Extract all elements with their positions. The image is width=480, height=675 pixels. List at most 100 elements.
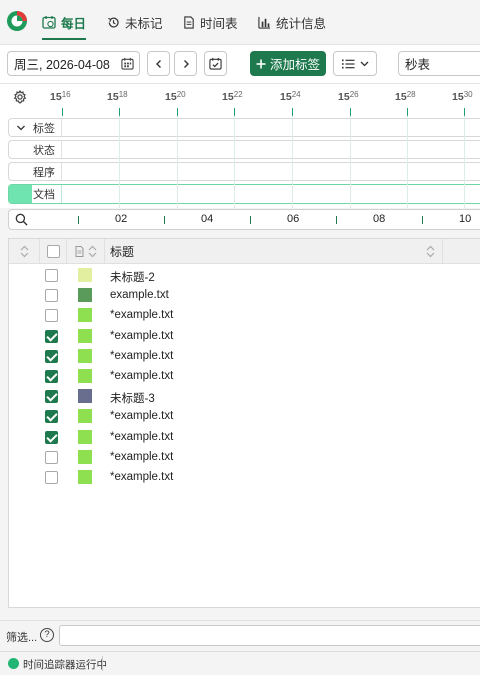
- row-title: *example.txt: [110, 450, 174, 463]
- lane-label: 状态: [9, 141, 62, 158]
- row-checkbox[interactable]: [45, 410, 58, 424]
- row-checkbox[interactable]: [45, 349, 58, 363]
- row-checkbox[interactable]: [45, 430, 58, 444]
- table-row[interactable]: *example.txt: [9, 428, 480, 448]
- color-swatch: [78, 369, 92, 383]
- tick-minute: 22: [233, 90, 243, 99]
- table-row[interactable]: *example.txt: [9, 407, 480, 427]
- row-checkbox[interactable]: [45, 289, 58, 303]
- tick-hour: 15: [50, 91, 62, 103]
- tab-label: 每日: [61, 16, 87, 31]
- tick-hour: 15: [165, 91, 177, 103]
- lane-status[interactable]: 状态: [8, 140, 480, 159]
- status-indicator-icon: [8, 658, 19, 669]
- calendar-check-icon: [209, 57, 222, 70]
- document-table: 标题 未标题-2 example.txt *example.txt *example.…: [8, 238, 480, 608]
- lane-tags[interactable]: 标签: [8, 118, 480, 137]
- row-checkbox[interactable]: [45, 329, 58, 343]
- overview-tick: [336, 216, 337, 224]
- overview-label: 04: [201, 213, 214, 225]
- table-row[interactable]: 未标题-2: [9, 266, 480, 286]
- timeline-overview[interactable]: 02 04 06 08 10: [8, 209, 480, 230]
- calendar-icon[interactable]: [121, 57, 134, 70]
- tab-daily[interactable]: 每日: [42, 0, 87, 44]
- color-swatch: [78, 389, 92, 404]
- tab-unmarked[interactable]: 未标记: [107, 0, 163, 44]
- timer-mode-select[interactable]: 秒表: [398, 51, 480, 76]
- row-checkbox[interactable]: [45, 269, 58, 282]
- toolbar: 周三, 2026-04-08 添加标签 秒表: [0, 44, 480, 84]
- previous-day-button[interactable]: [147, 51, 170, 76]
- status-text: 时间追踪器运行中: [23, 659, 107, 671]
- tab-label: 时间表: [200, 16, 238, 31]
- history-icon: [108, 17, 119, 27]
- ruler-mark: [292, 108, 293, 116]
- ruler-mark: [119, 108, 120, 116]
- tick-minute: 26: [349, 90, 359, 99]
- title-column-header[interactable]: 标题: [105, 239, 443, 264]
- sort-icon: [88, 245, 96, 258]
- timer-mode-value: 秒表: [405, 58, 431, 72]
- row-checkbox[interactable]: [45, 309, 58, 323]
- row-title: *example.txt: [110, 309, 174, 322]
- add-tag-button[interactable]: 添加标签: [250, 51, 326, 76]
- date-value: 周三, 2026-04-08: [14, 58, 110, 72]
- type-column-header[interactable]: [67, 239, 105, 264]
- gear-icon[interactable]: [13, 90, 27, 104]
- date-picker[interactable]: 周三, 2026-04-08: [7, 51, 140, 76]
- color-swatch: [78, 328, 92, 343]
- table-row[interactable]: *example.txt: [9, 327, 480, 347]
- overview-tick: [164, 216, 165, 224]
- next-day-button[interactable]: [174, 51, 197, 76]
- ruler-mark: [62, 108, 63, 116]
- row-checkbox[interactable]: [45, 390, 58, 404]
- search-icon[interactable]: [15, 213, 28, 226]
- row-title: example.txt: [110, 289, 169, 302]
- tick-minute: 16: [61, 90, 71, 99]
- table-row[interactable]: example.txt: [9, 286, 480, 306]
- table-row[interactable]: *example.txt: [9, 367, 480, 387]
- lane-label: 程序: [9, 163, 62, 180]
- tab-label: 未标记: [125, 16, 163, 31]
- tick-hour: 15: [107, 91, 119, 103]
- color-swatch: [78, 348, 92, 363]
- table-row[interactable]: *example.txt: [9, 347, 480, 367]
- ruler-mark: [464, 108, 465, 116]
- row-checkbox[interactable]: [45, 471, 58, 484]
- timeline-ruler[interactable]: 1516 1518 1520 1522 1524 1526 1528 1530: [0, 84, 480, 116]
- chevron-down-icon: [360, 61, 368, 66]
- ruler-mark: [407, 108, 408, 116]
- today-button[interactable]: [204, 51, 227, 76]
- help-icon[interactable]: ?: [40, 628, 54, 642]
- add-tag-label: 添加标签: [269, 58, 320, 72]
- table-row[interactable]: *example.txt: [9, 448, 480, 468]
- top-navigation: 每日 未标记 时间表 统计信息: [0, 0, 480, 44]
- filter-input[interactable]: [59, 625, 480, 646]
- overview-label: 02: [115, 213, 128, 225]
- row-checkbox[interactable]: [45, 370, 58, 383]
- chevron-down-icon[interactable]: [16, 124, 26, 132]
- ruler-mark: [177, 108, 178, 116]
- time-tick-label: 1526: [338, 90, 359, 103]
- lane-label-text: 程序: [33, 166, 55, 179]
- row-checkbox[interactable]: [45, 450, 58, 464]
- table-row[interactable]: *example.txt: [9, 306, 480, 326]
- sort-column-header[interactable]: [9, 239, 40, 264]
- table-row[interactable]: 未标题-3: [9, 387, 480, 407]
- select-all-header[interactable]: [40, 239, 67, 264]
- chevron-right-icon: [183, 59, 189, 68]
- lane-documents[interactable]: 文档: [8, 184, 480, 204]
- select-all-checkbox[interactable]: [46, 245, 60, 258]
- table-row[interactable]: *example.txt: [9, 468, 480, 488]
- time-tick-label: 1520: [165, 90, 186, 103]
- tick-minute: 30: [463, 90, 473, 99]
- color-swatch: [78, 268, 92, 282]
- lane-programs[interactable]: 程序: [8, 162, 480, 181]
- tab-timesheet[interactable]: 时间表: [183, 0, 238, 44]
- tick-hour: 15: [395, 91, 407, 103]
- row-title: *example.txt: [110, 370, 174, 382]
- tab-statistics[interactable]: 统计信息: [258, 0, 326, 44]
- grid-line: [292, 116, 293, 208]
- lane-label: 标签: [9, 119, 62, 136]
- list-view-menu-button[interactable]: [333, 51, 377, 76]
